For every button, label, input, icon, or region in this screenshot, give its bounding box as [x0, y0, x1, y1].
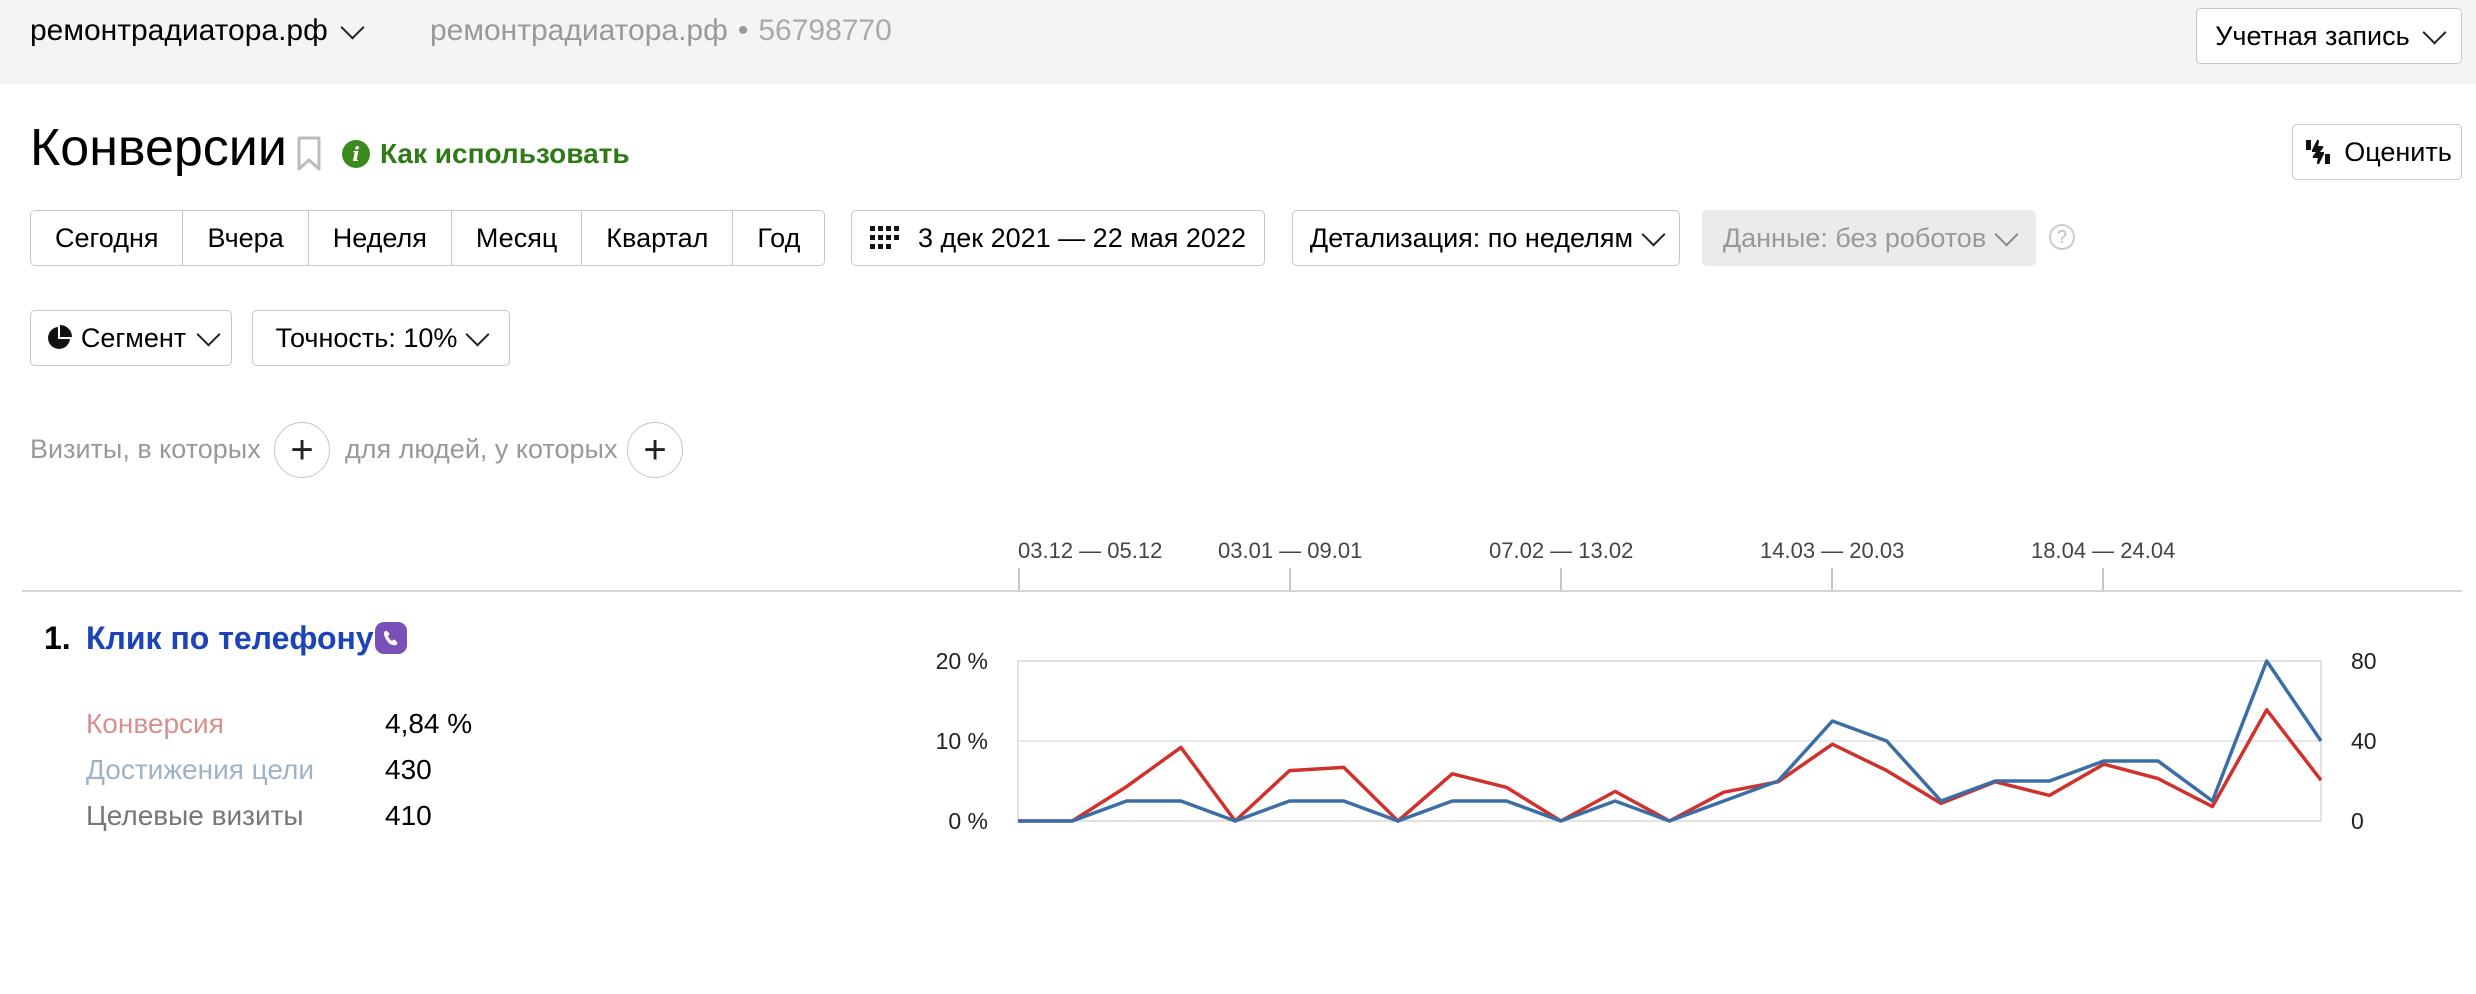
timeline-tick [1560, 568, 1562, 590]
top-bar: ремонтрадиатора.рф ремонтрадиатора.рф • 56… [0, 0, 2476, 84]
goal-index: 1. [44, 620, 71, 656]
goal-name-link[interactable]: Клик по телефону [86, 620, 374, 657]
timeline-label: 14.03 — 20.03 [1760, 538, 1905, 563]
data-filter-dropdown[interactable]: Данные: без роботов [1702, 210, 2036, 266]
metric-value-target-visits: 410 [385, 800, 432, 831]
chevron-down-icon [340, 14, 365, 40]
timeline-label: 07.02 — 13.02 [1489, 538, 1634, 563]
date-range-label: 3 дек 2021 — 22 мая 2022 [918, 222, 1246, 253]
period-quarter[interactable]: Квартал [582, 211, 734, 265]
metric-value-achievements: 430 [385, 754, 432, 785]
how-to-use-link[interactable]: Как использовать [380, 138, 630, 170]
segment-label: Сегмент [80, 322, 187, 353]
chevron-down-icon [465, 321, 490, 347]
account-label: Учетная запись [2215, 20, 2410, 51]
thumbs-icon [2306, 139, 2331, 165]
y-right-tick-label: 40 [2351, 728, 2377, 754]
data-filter-label: Данные: без роботов [1722, 222, 1987, 253]
breadcrumb: ремонтрадиатора.рф • 56798770 [430, 14, 892, 48]
period-selector: Сегодня Вчера Неделя Месяц Квартал Год [30, 210, 826, 266]
chevron-down-icon [1641, 221, 1666, 247]
y-left-tick-label: 0 % [948, 808, 988, 834]
chevron-down-icon [2422, 19, 2447, 45]
timeline-tick [1831, 568, 1833, 590]
detail-label: Детализация: по неделям [1309, 222, 1634, 253]
date-range-button[interactable]: 3 дек 2021 — 22 мая 2022 [851, 210, 1265, 266]
timeline-label: 03.12 — 05.12 [1018, 538, 1163, 563]
rate-label: Оценить [2344, 136, 2452, 167]
period-month[interactable]: Месяц [451, 211, 583, 265]
site-name: ремонтрадиатора.рф [30, 14, 328, 47]
goal-achievements-series-line [1018, 659, 2323, 823]
help-icon[interactable]: ? [2049, 224, 2075, 250]
chevron-down-icon [196, 321, 221, 347]
calendar-icon [870, 226, 900, 249]
timeline-axis-line [22, 590, 2462, 592]
account-button[interactable]: Учетная запись [2196, 8, 2462, 64]
metric-label-target-visits: Целевые визиты [86, 800, 304, 831]
timeline-label: 03.01 — 09.01 [1218, 538, 1363, 563]
period-year[interactable]: Год [733, 211, 825, 265]
segment-dropdown[interactable]: Сегмент [30, 310, 232, 366]
metric-value-conversion: 4,84 % [385, 708, 473, 739]
timeline-tick [1018, 568, 1020, 590]
timeline-label: 18.04 — 24.04 [2031, 538, 2176, 563]
site-selector[interactable]: ремонтрадиатора.рф [30, 14, 365, 48]
conversion-series-line [1018, 708, 2323, 823]
timeline-tick [2102, 568, 2104, 590]
y-right-tick-label: 80 [2351, 648, 2377, 674]
detail-dropdown[interactable]: Детализация: по неделям [1292, 210, 1680, 266]
y-left-tick-label: 10 % [936, 728, 988, 754]
metric-label-achievements: Достижения цели [86, 754, 315, 785]
info-icon: i [342, 140, 370, 168]
crumb-separator: • [737, 14, 749, 47]
accuracy-dropdown[interactable]: Точность: 10% [252, 310, 510, 366]
visits-filter-label: Визиты, в которых [30, 434, 261, 464]
metric-label-conversion: Конверсия [86, 708, 224, 739]
add-people-condition-button[interactable]: + [627, 422, 683, 478]
conversion-chart: 20 % 10 % 0 % 80 40 0 [936, 648, 2377, 834]
people-filter-label: для людей, у которых [345, 434, 618, 464]
chevron-down-icon [1994, 221, 2019, 247]
pie-chart-icon [47, 325, 72, 349]
period-week[interactable]: Неделя [308, 211, 452, 265]
period-yesterday[interactable]: Вчера [183, 211, 309, 265]
page-title: Конверсии [30, 119, 287, 177]
timeline-tick [1289, 568, 1291, 590]
counter-id: 56798770 [758, 14, 892, 47]
period-today[interactable]: Сегодня [31, 211, 184, 265]
chart-plot-frame [1017, 660, 2322, 822]
crumb-site: ремонтрадиатора.рф [430, 14, 728, 47]
y-left-tick-label: 20 % [936, 648, 988, 674]
viber-icon [375, 622, 407, 654]
rate-button[interactable]: Оценить [2292, 124, 2462, 180]
y-right-tick-label: 0 [2351, 808, 2364, 834]
bookmark-icon[interactable] [296, 136, 322, 172]
add-visit-condition-button[interactable]: + [274, 422, 330, 478]
accuracy-label: Точность: 10% [275, 322, 458, 353]
